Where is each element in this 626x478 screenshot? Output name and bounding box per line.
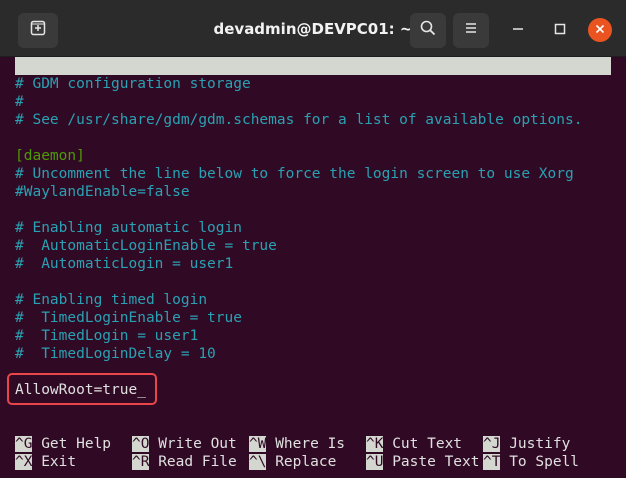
shortcut-label: Exit (41, 454, 77, 470)
shortcut-label: To Spell (509, 454, 580, 470)
menu-button[interactable] (453, 13, 489, 48)
shortcut-label: Read File (158, 454, 237, 470)
file-line: #WaylandEnable=false (15, 184, 190, 200)
shortcut-read-file[interactable]: ^R Read File (132, 453, 237, 471)
shortcut-key: ^K (366, 436, 384, 452)
shortcut-bar-bottom: ^X Exit ^R Read File ^\ Replace ^U Paste… (15, 453, 579, 471)
shortcut-key: ^R (132, 454, 150, 470)
shortcut-key: ^X (15, 454, 33, 470)
new-tab-icon (30, 20, 46, 41)
file-line: # TimedLogin = user1 (15, 328, 199, 344)
shortcut-label: Replace (275, 454, 337, 470)
maximize-icon (554, 22, 566, 40)
file-line: # See /usr/share/gdm/gdm.schemas for a l… (15, 112, 583, 128)
terminal-window: devadmin@DEVPC01: ~ GNU nano 4.8 /etc/gd… (0, 0, 626, 478)
file-line: # Uncomment the line below to force the … (15, 166, 574, 182)
file-line: # TimedLoginEnable = true (15, 310, 242, 326)
shortcut-bar-top: ^G Get Help ^O Write Out ^W Where Is ^K … (15, 435, 570, 453)
hamburger-menu-icon (464, 21, 478, 40)
close-button[interactable] (588, 18, 612, 42)
file-name: /etc/gdm3/custom.conf (233, 94, 417, 110)
file-line: # Enabling timed login (15, 292, 208, 308)
shortcut-label: Get Help (41, 436, 112, 452)
file-line: # Enabling automatic login (15, 220, 242, 236)
file-line: # AutomaticLoginEnable = true (15, 238, 277, 254)
file-line: # (15, 94, 24, 110)
shortcut-get-help[interactable]: ^G Get Help (15, 435, 111, 453)
file-line: # GDM configuration storage (15, 76, 251, 92)
section-header: [daemon] (15, 148, 85, 164)
shortcut-justify[interactable]: ^J Justify (483, 435, 570, 453)
shortcut-where-is[interactable]: ^W Where Is (249, 435, 345, 453)
shortcut-label: Write Out (158, 436, 237, 452)
shortcut-key: ^\ (249, 454, 267, 470)
shortcut-replace[interactable]: ^\ Replace (249, 453, 336, 471)
shortcut-key: ^J (483, 436, 501, 452)
file-line: # AutomaticLogin = user1 (15, 256, 234, 272)
shortcut-key: ^T (483, 454, 501, 470)
shortcut-key: ^G (15, 436, 33, 452)
file-line: # TimedLoginDelay = 10 (15, 346, 216, 362)
shortcut-key: ^U (366, 454, 384, 470)
maximize-button[interactable] (549, 20, 571, 42)
close-icon (595, 21, 605, 39)
search-icon (420, 20, 436, 41)
nano-header-bar: GNU nano 4.8 /etc/gdm3/custom.conf Modif… (15, 57, 611, 128)
highlight-annotation (7, 373, 157, 405)
window-title: devadmin@DEVPC01: ~ (213, 20, 413, 38)
shortcut-write-out[interactable]: ^O Write Out (132, 435, 237, 453)
shortcut-key: ^W (249, 436, 267, 452)
shortcut-to-spell[interactable]: ^T To Spell (483, 453, 579, 471)
shortcut-label: Paste Text (392, 454, 480, 470)
shortcut-key: ^O (132, 436, 150, 452)
shortcut-label: Cut Text (392, 436, 463, 452)
terminal-content[interactable]: GNU nano 4.8 /etc/gdm3/custom.conf Modif… (0, 57, 626, 478)
shortcut-cut-text[interactable]: ^K Cut Text (366, 435, 462, 453)
search-button[interactable] (410, 13, 446, 48)
shortcut-label: Justify (509, 436, 571, 452)
shortcut-paste-text[interactable]: ^U Paste Text (366, 453, 480, 471)
minimize-icon (512, 22, 524, 40)
shortcut-label: Where Is (275, 436, 346, 452)
new-tab-button[interactable] (18, 13, 58, 48)
title-bar: devadmin@DEVPC01: ~ (0, 0, 626, 57)
shortcut-exit[interactable]: ^X Exit (15, 453, 76, 471)
minimize-button[interactable] (507, 20, 529, 42)
